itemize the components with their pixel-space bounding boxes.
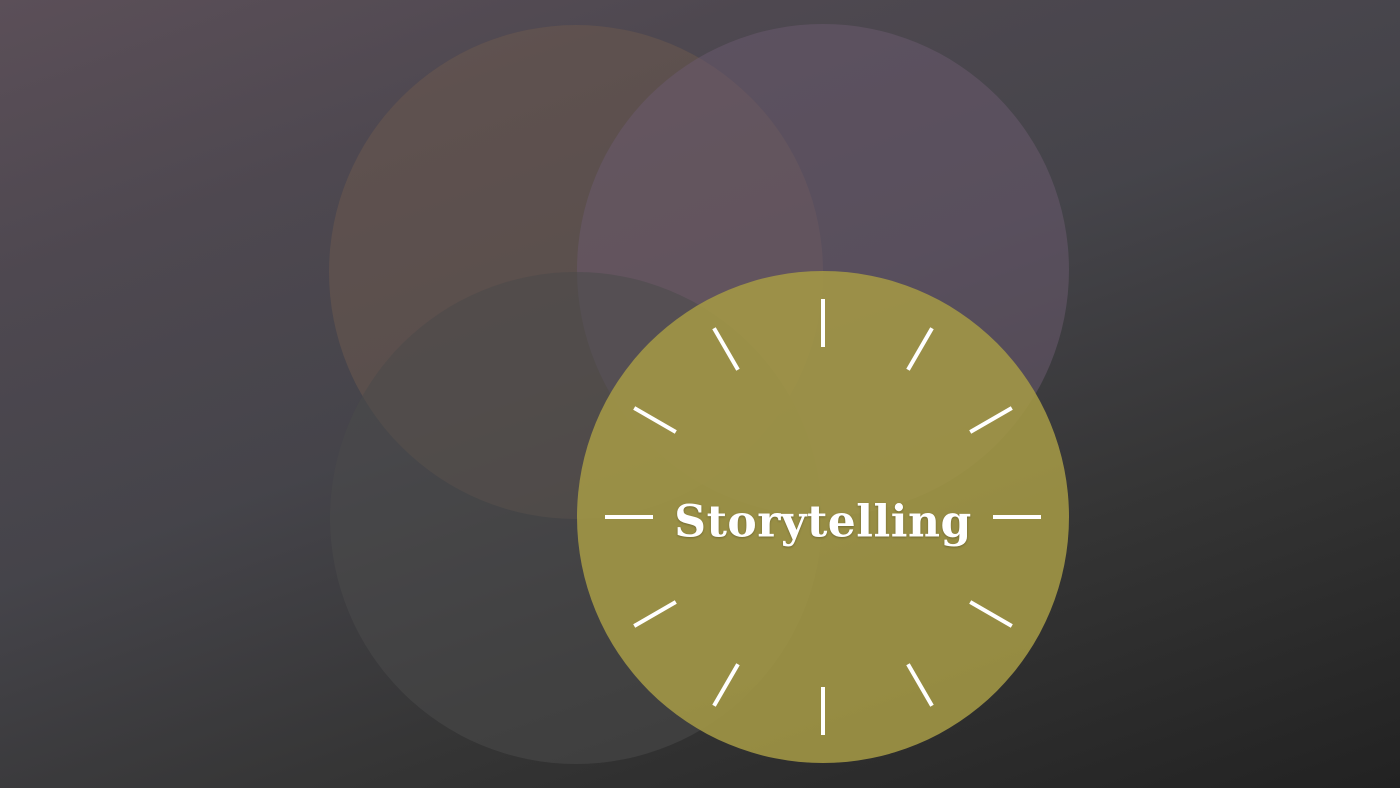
slide-title: Storytelling	[674, 496, 972, 548]
venn-scene	[329, 24, 1069, 764]
prezi-canvas: Storytelling	[0, 0, 1400, 788]
